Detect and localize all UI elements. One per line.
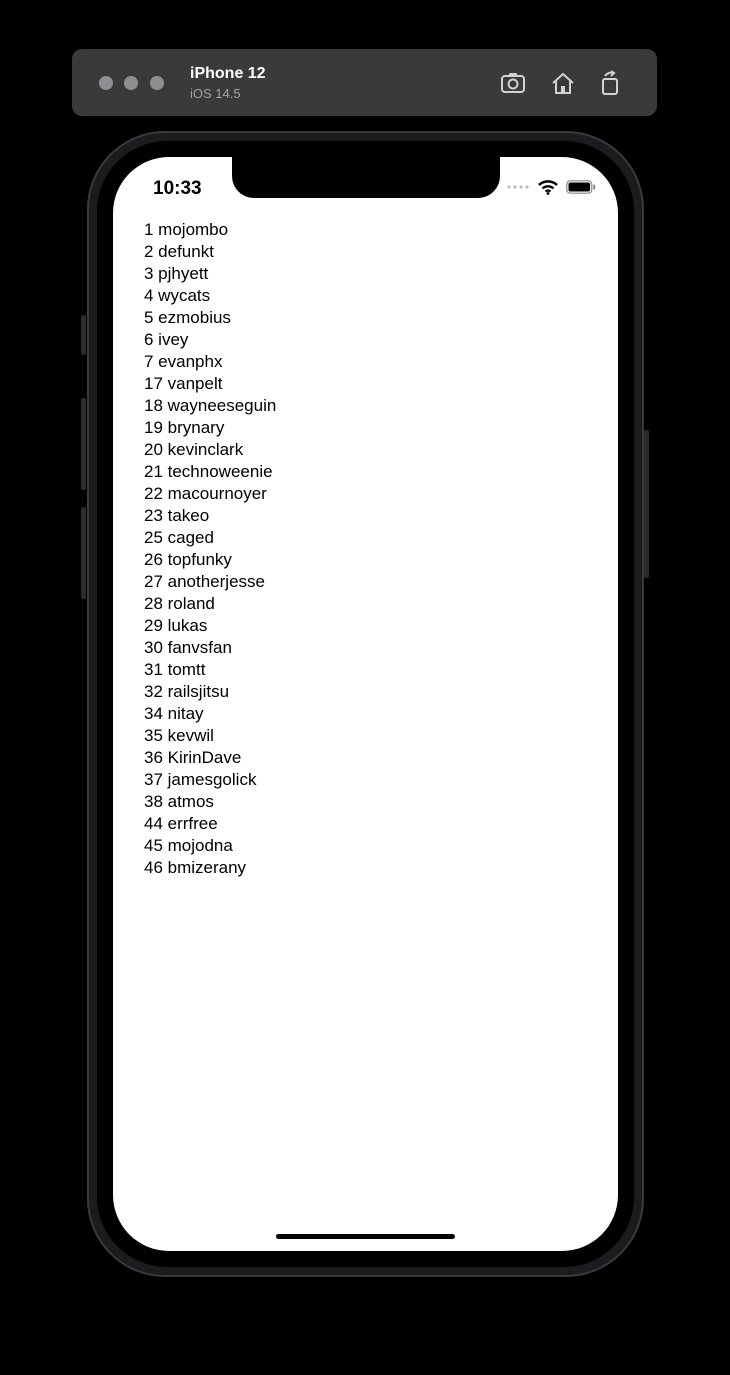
list-item: 2 defunkt <box>144 242 214 261</box>
list-item: 32 railsjitsu <box>144 682 230 701</box>
list-item: 22 macournoyer <box>144 484 267 503</box>
window-close-button[interactable] <box>99 76 113 90</box>
wifi-icon <box>538 179 558 195</box>
list-item: 45 mojodna <box>144 836 233 855</box>
list-item: 17 vanpelt <box>144 374 223 393</box>
list-item: 25 caged <box>144 528 214 547</box>
list-item: 4 wycats <box>144 286 211 305</box>
cellular-signal-icon <box>507 185 529 189</box>
list-item: 31 tomtt <box>144 660 206 679</box>
list-item: 36 KirinDave <box>144 748 242 767</box>
list-item: 23 takeo <box>144 506 210 525</box>
device-name: iPhone 12 <box>190 65 266 82</box>
list-item: 27 anotherjesse <box>144 572 265 591</box>
list-item: 28 roland <box>144 594 215 613</box>
volume-down-button <box>81 507 86 599</box>
status-time: 10:33 <box>153 178 202 199</box>
list-item: 26 topfunky <box>144 550 232 569</box>
list-item: 30 fanvsfan <box>144 638 232 657</box>
list-item: 6 ivey <box>144 330 189 349</box>
screenshot-icon[interactable] <box>499 69 527 97</box>
list-item: 7 evanphx <box>144 352 223 371</box>
os-version: iOS 14.5 <box>190 86 241 101</box>
list-item: 5 ezmobius <box>144 308 231 327</box>
status-icons <box>506 179 596 195</box>
list-item: 38 atmos <box>144 792 214 811</box>
window-minimize-button[interactable] <box>124 76 138 90</box>
window-zoom-button[interactable] <box>150 76 164 90</box>
home-icon[interactable] <box>549 69 577 97</box>
list-item: 34 nitay <box>144 704 204 723</box>
volume-up-button <box>81 398 86 490</box>
rotate-icon[interactable] <box>596 69 624 97</box>
list-item: 35 kevwil <box>144 726 214 745</box>
device-screen: 10:33 1 mojombo 2 defunkt 3 pjhyett 4 wycat… <box>113 157 618 1251</box>
list-item: 19 brynary <box>144 418 225 437</box>
silent-switch <box>81 315 86 355</box>
list-item: 20 kevinclark <box>144 440 244 459</box>
list-item: 37 jamesgolick <box>144 770 257 789</box>
user-list: 1 mojombo 2 defunkt 3 pjhyett 4 wycats 5 ezm… <box>144 219 276 879</box>
power-button <box>644 430 649 578</box>
simulator-toolbar: iPhone 12 iOS 14.5 <box>72 49 657 116</box>
battery-icon <box>566 180 596 194</box>
list-item: 21 technoweenie <box>144 462 273 481</box>
list-item: 44 errfree <box>144 814 218 833</box>
list-item: 3 pjhyett <box>144 264 209 283</box>
list-item: 46 bmizerany <box>144 858 247 877</box>
list-item: 29 lukas <box>144 616 208 635</box>
list-item: 18 wayneeseguin <box>144 396 277 415</box>
home-indicator[interactable] <box>276 1234 455 1239</box>
list-item: 1 mojombo <box>144 220 229 239</box>
notch <box>232 157 500 198</box>
